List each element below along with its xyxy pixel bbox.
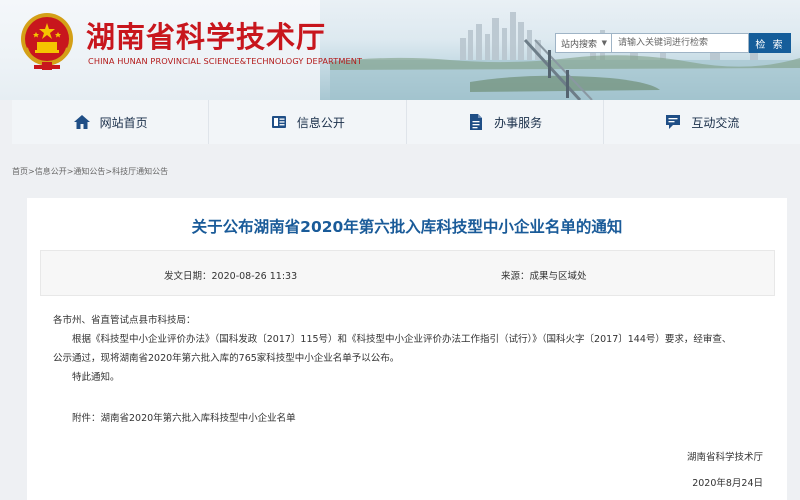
publish-date-label: 发文日期： (164, 271, 212, 282)
nav-item-label: 网站首页 (99, 115, 148, 130)
file-service-icon (470, 114, 483, 130)
search-input[interactable] (611, 33, 749, 53)
article-meta: 发文日期：2020-08-26 11:33 来源：成果与区域处 (40, 250, 775, 296)
article-source-label: 来源： (501, 271, 530, 282)
search-button[interactable]: 检 索 (749, 33, 791, 53)
publish-date: 发文日期：2020-08-26 11:33 (164, 268, 297, 282)
article-panel: 关于公布湖南省2020年第六批入库科技型中小企业名单的通知 发文日期：2020-… (27, 198, 787, 500)
nav-item-services[interactable]: 办事服务 (406, 100, 604, 144)
chevron-down-icon: ▼ (601, 39, 607, 47)
article-body: 各市州、省直管试点县市科技局： 根据《科技型中小企业评价办法》（国科发政〔201… (53, 311, 763, 387)
breadcrumb-link-dept-notices[interactable]: 科技厅通知公告 (112, 167, 168, 176)
breadcrumb: 首页>信息公开>通知公告>科技厅通知公告 (12, 166, 168, 177)
national-emblem-logo (21, 13, 73, 70)
body-paragraph-continued: 公示通过，现将湖南省2020年第六批入库的765家科技型中小企业名单予以公布。 (53, 353, 400, 364)
nav-item-label: 互动交流 (691, 115, 740, 130)
signature-date: 2020年8月24日 (692, 478, 763, 489)
main-nav: 网站首页 信息公开 办事服务 互动交流 (12, 100, 800, 144)
site-subtitle: CHINA HUNAN PROVINCIAL SCIENCE&TECHNOLOG… (88, 56, 363, 66)
signature-block: 湖南省科学技术厅 2020年8月24日 (687, 445, 763, 497)
search-bar: 站内搜索 ▼ 检 索 (555, 33, 791, 53)
breadcrumb-link-home[interactable]: 首页 (12, 167, 28, 176)
breadcrumb-link-notices[interactable]: 通知公告 (73, 167, 105, 176)
article-source: 来源：成果与区域处 (501, 268, 587, 282)
site-header: 湖南省科学技术厅 CHINA HUNAN PROVINCIAL SCIENCE&… (0, 0, 800, 100)
article-title: 关于公布湖南省2020年第六批入库科技型中小企业名单的通知 (191, 218, 623, 236)
document-icon (271, 116, 286, 128)
salutation: 各市州、省直管试点县市科技局： (53, 315, 196, 326)
home-icon (73, 115, 90, 129)
signature-org: 湖南省科学技术厅 (686, 452, 763, 463)
attachment-link[interactable]: 附件：湖南省2020年第六批入库科技型中小企业名单 (72, 410, 296, 424)
body-paragraph: 根据《科技型中小企业评价办法》（国科发政〔2017〕115号）和《科技型中小企业… (72, 334, 732, 345)
nav-item-info-disclosure[interactable]: 信息公开 (209, 100, 407, 144)
nav-item-home[interactable]: 网站首页 (12, 100, 210, 144)
nav-item-label: 信息公开 (296, 115, 345, 130)
search-scope-select[interactable]: 站内搜索 ▼ (555, 33, 611, 53)
article-source-value: 成果与区域处 (529, 271, 587, 282)
search-scope-label: 站内搜索 (561, 39, 598, 50)
nav-item-label: 办事服务 (494, 115, 543, 130)
breadcrumb-link-info-disclosure[interactable]: 信息公开 (35, 167, 67, 176)
nav-item-interaction[interactable]: 互动交流 (603, 100, 800, 144)
chat-icon (666, 115, 681, 129)
site-title[interactable]: 湖南省科学技术厅 (86, 14, 326, 56)
publish-date-value: 2020-08-26 11:33 (211, 271, 298, 282)
breadcrumb-separator: > (28, 167, 35, 176)
closing-text: 特此通知。 (72, 372, 120, 383)
